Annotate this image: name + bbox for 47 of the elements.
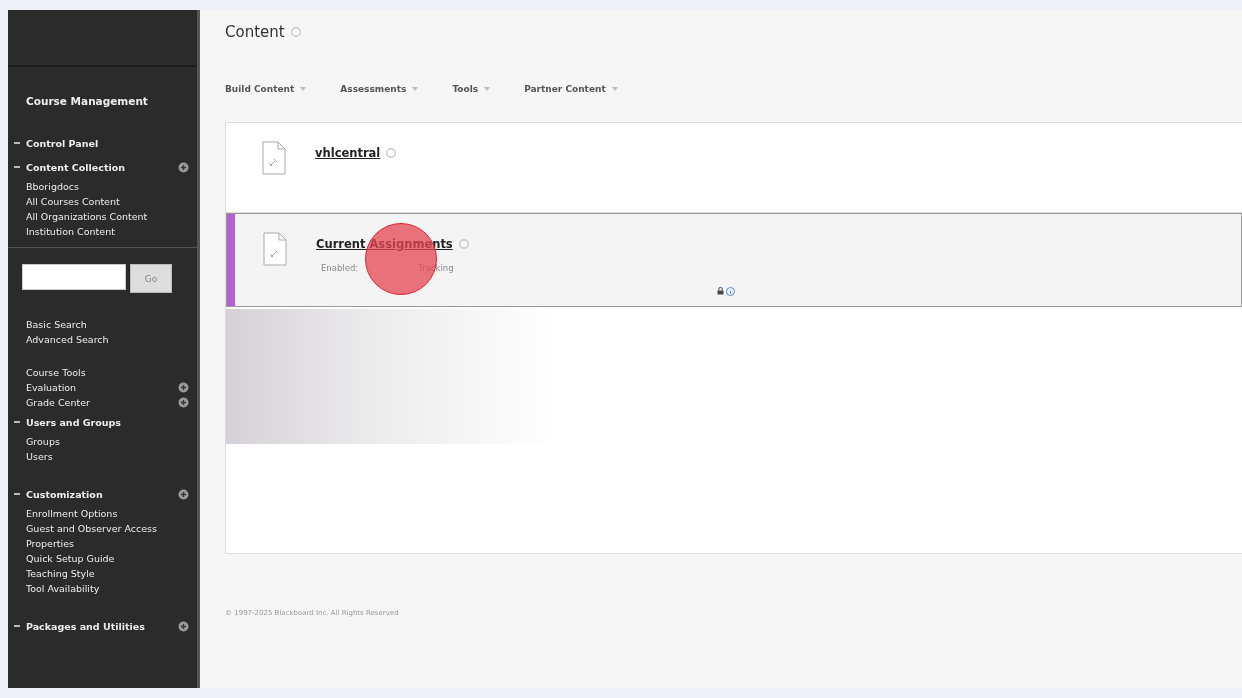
sidebar-link[interactable]: Teaching Style xyxy=(26,568,189,579)
item-detail: Enabled: xyxy=(321,263,359,273)
lock-icon xyxy=(717,287,724,295)
file-link-icon xyxy=(263,232,287,266)
help-icon[interactable] xyxy=(458,239,469,249)
plus-circle-icon[interactable] xyxy=(178,488,189,500)
item-title-link[interactable]: vhlcentral xyxy=(315,146,381,160)
sidebar-link[interactable]: Groups xyxy=(26,436,189,447)
plus-circle-icon[interactable] xyxy=(178,620,189,632)
sidebar-link[interactable]: Grade Center xyxy=(26,397,178,408)
sidebar-heading: Users and Groups xyxy=(26,416,122,428)
sidebar-link[interactable]: All Organizations Content xyxy=(26,211,189,222)
plus-circle-icon[interactable] xyxy=(178,161,189,173)
sidebar-heading: Course Management xyxy=(26,95,149,107)
sidebar-link[interactable]: Course Tools xyxy=(26,367,189,378)
sidebar-link[interactable]: Basic Search xyxy=(26,319,189,330)
menu-button[interactable]: Tools xyxy=(452,79,491,99)
sidebar-heading: Content Collection xyxy=(26,161,127,173)
sidebar-link[interactable]: Enrollment Options xyxy=(26,508,189,519)
caret-icon xyxy=(611,87,618,91)
sidebar-heading: Control Panel xyxy=(26,137,100,149)
sidebar-link[interactable]: All Courses Content xyxy=(26,196,189,207)
menu-button[interactable]: Partner Content xyxy=(524,79,618,99)
plus-circle-icon[interactable] xyxy=(178,397,189,408)
sidebar-link[interactable]: Guest and Observer Access xyxy=(26,523,189,534)
sidebar-heading: Packages and Utilities xyxy=(26,620,146,632)
sidebar-link[interactable]: Tool Availability xyxy=(26,583,189,594)
sidebar-heading: Customization xyxy=(26,488,104,500)
caret-icon xyxy=(412,87,419,91)
menu-button[interactable]: Build Content xyxy=(225,79,307,99)
sidebar-link[interactable]: Institution Content xyxy=(26,226,189,237)
file-link-icon xyxy=(262,141,286,175)
page-title: Content xyxy=(225,23,285,41)
sidebar-link[interactable]: Evaluation xyxy=(26,382,178,393)
sidebar-link[interactable]: Quick Setup Guide xyxy=(26,553,189,564)
sidebar-link[interactable]: Bborigdocs xyxy=(26,181,189,192)
plus-circle-icon[interactable] xyxy=(178,382,189,393)
menu-button[interactable]: Assessments xyxy=(340,79,419,99)
search-field[interactable] xyxy=(22,264,126,290)
info-icon[interactable] xyxy=(726,287,735,296)
caret-icon xyxy=(300,87,307,91)
sidebar-link[interactable]: Advanced Search xyxy=(26,334,189,345)
help-icon[interactable] xyxy=(290,27,301,37)
help-icon[interactable] xyxy=(386,148,397,158)
caret-icon xyxy=(484,87,491,91)
sidebar-link[interactable]: Properties xyxy=(26,538,189,549)
sidebar-link[interactable]: Users xyxy=(26,451,189,462)
